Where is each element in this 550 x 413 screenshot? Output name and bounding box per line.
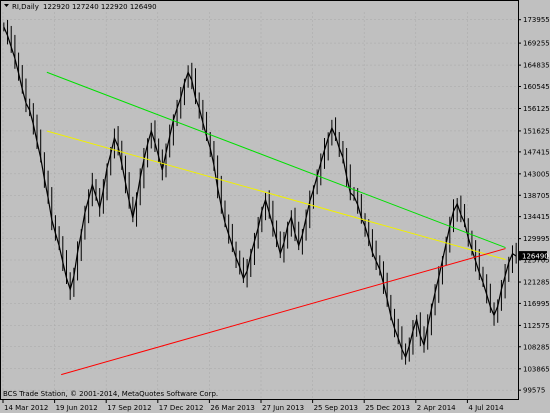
y-tick-label: 134415 (523, 213, 550, 221)
y-tick-label: 143005 (523, 170, 550, 178)
y-tick-label: 160545 (523, 83, 550, 91)
y-tick-label: 156125 (523, 105, 550, 113)
y-tick-label: 112575 (523, 322, 550, 330)
y-tick-label: 169255 (523, 40, 550, 48)
y-tick-label: 99575 (523, 387, 545, 395)
plot-background (0, 0, 518, 400)
chart-header: RI,Daily 122920 127240 122920 126490 (4, 3, 157, 11)
x-tick-label: 2 Apr 2014 (417, 404, 456, 412)
y-tick-label: 138705 (523, 192, 550, 200)
ohlc-values: 122920 127240 122920 126490 (43, 3, 157, 11)
y-tick-label: 164835 (523, 62, 550, 70)
y-tick-label: 151625 (523, 127, 550, 135)
x-tick-label: 26 Mar 2013 (210, 404, 254, 412)
x-tick-label: 25 Sep 2013 (314, 404, 358, 412)
x-tick-label: 4 Jul 2014 (468, 404, 504, 412)
price-chart[interactable]: RI,Daily 122920 127240 122920 126490 173… (0, 0, 550, 413)
x-tick-label: 27 Jun 2013 (262, 404, 304, 412)
x-tick-label: 17 Sep 2012 (107, 404, 151, 412)
last-price-label: 126490 (522, 253, 549, 261)
symbol-period: RI,Daily (12, 3, 39, 11)
time-axis: 14 Mar 2012 19 Jun 2012 17 Sep 2012 17 Dec … (2, 400, 504, 412)
x-tick-label: 14 Mar 2012 (4, 404, 48, 412)
y-tick-label: 108285 (523, 343, 550, 351)
y-tick-label: 173955 (523, 16, 550, 24)
y-tick-label: 121285 (523, 279, 550, 287)
y-tick-label: 147415 (523, 148, 550, 156)
x-tick-label: 19 Jun 2012 (56, 404, 98, 412)
x-tick-label: 17 Dec 2012 (159, 404, 204, 412)
y-tick-label: 103865 (523, 365, 550, 373)
y-tick-label: 129995 (523, 235, 550, 243)
copyright-text: BCS Trade Station, © 2001-2014, MetaQuot… (3, 390, 218, 398)
price-axis: 173955 169255 164835 160545 156125 151625 1474… (518, 16, 550, 395)
last-price-marker: 126490 (519, 251, 549, 261)
x-tick-label: 25 Dec 2013 (365, 404, 410, 412)
y-tick-label: 116995 (523, 300, 550, 308)
